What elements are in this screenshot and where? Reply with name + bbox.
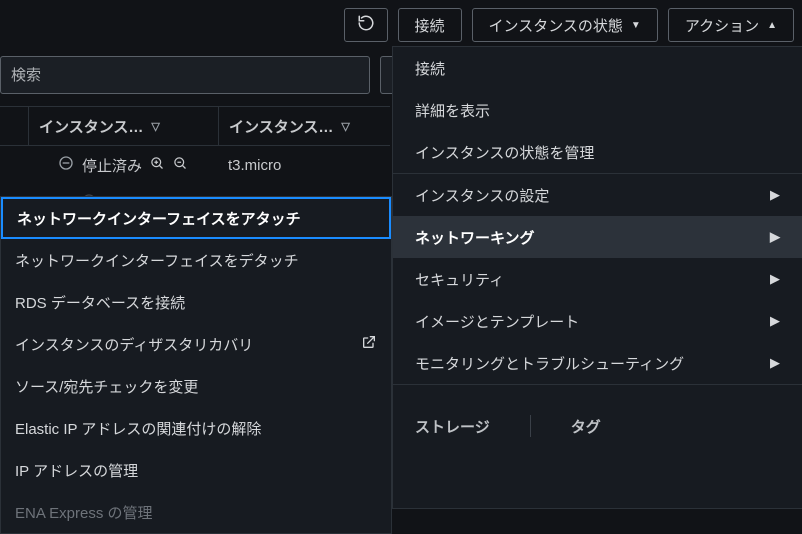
submenu-ena: ENA Express の管理 [1, 491, 391, 533]
refresh-icon [357, 14, 375, 36]
tab-divider [530, 415, 531, 437]
table-header: インスタンス… ▽ インスタンス… ▽ [0, 106, 390, 146]
action-label: イメージとテンプレート [415, 311, 579, 332]
toolbar: 接続 インスタンスの状態 ▼ アクション ▲ [0, 8, 802, 44]
submenu-label: ENA Express の管理 [15, 502, 153, 523]
caret-down-icon: ▼ [631, 20, 641, 31]
action-label: ネットワーキング [415, 227, 535, 248]
actions-button[interactable]: アクション ▲ [668, 8, 794, 42]
detail-tabs: ストレージ タグ [393, 405, 802, 447]
connect-button[interactable]: 接続 [398, 8, 462, 42]
submenu-rds[interactable]: RDS データベースを接続 [1, 281, 391, 323]
submenu-label: ネットワークインターフェイスをアタッチ [17, 208, 301, 229]
action-settings[interactable]: インスタンスの設定 ▶ [393, 174, 802, 216]
zoom-in-icon[interactable] [150, 156, 165, 174]
table-row[interactable]: 停止済み t3.micro [0, 146, 390, 184]
action-details[interactable]: 詳細を表示 [393, 89, 802, 131]
col-label: インスタンス… [39, 116, 143, 137]
tab-tags[interactable]: タグ [571, 416, 601, 437]
refresh-button[interactable] [344, 8, 388, 42]
type-cell: t3.micro [218, 157, 390, 174]
action-label: セキュリティ [415, 269, 504, 290]
col-label: インスタンス… [229, 116, 333, 137]
zoom-out-icon[interactable] [173, 156, 188, 174]
submenu-label: IP アドレスの管理 [15, 460, 138, 481]
submenu-label: ソース/宛先チェックを変更 [15, 376, 198, 397]
action-security[interactable]: セキュリティ ▶ [393, 258, 802, 300]
action-connect[interactable]: 接続 [393, 47, 802, 89]
submenu-label: RDS データベースを接続 [15, 292, 185, 313]
filter-icon: ▽ [151, 120, 159, 133]
action-monitoring[interactable]: モニタリングとトラブルシューティング ▶ [393, 342, 802, 384]
stopped-icon [58, 155, 74, 175]
action-label: モニタリングとトラブルシューティング [415, 353, 684, 374]
submenu-detach-eni[interactable]: ネットワークインターフェイスをデタッチ [1, 239, 391, 281]
connect-label: 接続 [415, 15, 445, 36]
submenu-ip-mgmt[interactable]: IP アドレスの管理 [1, 449, 391, 491]
col-instance-1[interactable]: インスタンス… ▽ [28, 107, 218, 145]
action-label: インスタンスの設定 [415, 185, 549, 206]
caret-up-icon: ▲ [767, 20, 777, 31]
status-cell: 停止済み [82, 155, 142, 176]
actions-label: アクション [685, 15, 759, 36]
submenu-label: ネットワークインターフェイスをデタッチ [15, 250, 299, 271]
networking-submenu: ネットワークインターフェイスをアタッチ ネットワークインターフェイスをデタッチ … [0, 196, 392, 534]
col-gutter [0, 107, 28, 145]
col-instance-2[interactable]: インスタンス… ▽ [218, 107, 390, 145]
action-networking[interactable]: ネットワーキング ▶ [393, 216, 802, 258]
submenu-attach-eni[interactable]: ネットワークインターフェイスをアタッチ [1, 197, 391, 239]
submenu-src-dest[interactable]: ソース/宛先チェックを変更 [1, 365, 391, 407]
submenu-eip[interactable]: Elastic IP アドレスの関連付けの解除 [1, 407, 391, 449]
action-label: 詳細を表示 [415, 100, 490, 121]
submenu-dr[interactable]: インスタンスのディザスタリカバリ [1, 323, 391, 365]
filter-icon: ▽ [341, 120, 349, 133]
actions-menu: 接続 詳細を表示 インスタンスの状態を管理 インスタンスの設定 ▶ ネットワーキ… [392, 46, 802, 509]
chevron-right-icon: ▶ [770, 355, 780, 371]
action-label: インスタンスの状態を管理 [415, 142, 594, 163]
action-manage-state[interactable]: インスタンスの状態を管理 [393, 131, 802, 173]
instance-state-label: インスタンスの状態 [489, 15, 623, 36]
action-image-template[interactable]: イメージとテンプレート ▶ [393, 300, 802, 342]
search-input[interactable] [0, 56, 370, 94]
tab-storage[interactable]: ストレージ [415, 416, 490, 437]
submenu-label: Elastic IP アドレスの関連付けの解除 [15, 418, 261, 439]
chevron-right-icon: ▶ [770, 229, 780, 245]
instance-state-button[interactable]: インスタンスの状態 ▼ [472, 8, 658, 42]
external-link-icon [361, 334, 377, 354]
chevron-right-icon: ▶ [770, 313, 780, 329]
action-label: 接続 [415, 58, 445, 79]
chevron-right-icon: ▶ [770, 271, 780, 287]
submenu-label: インスタンスのディザスタリカバリ [15, 334, 253, 355]
chevron-right-icon: ▶ [770, 187, 780, 203]
